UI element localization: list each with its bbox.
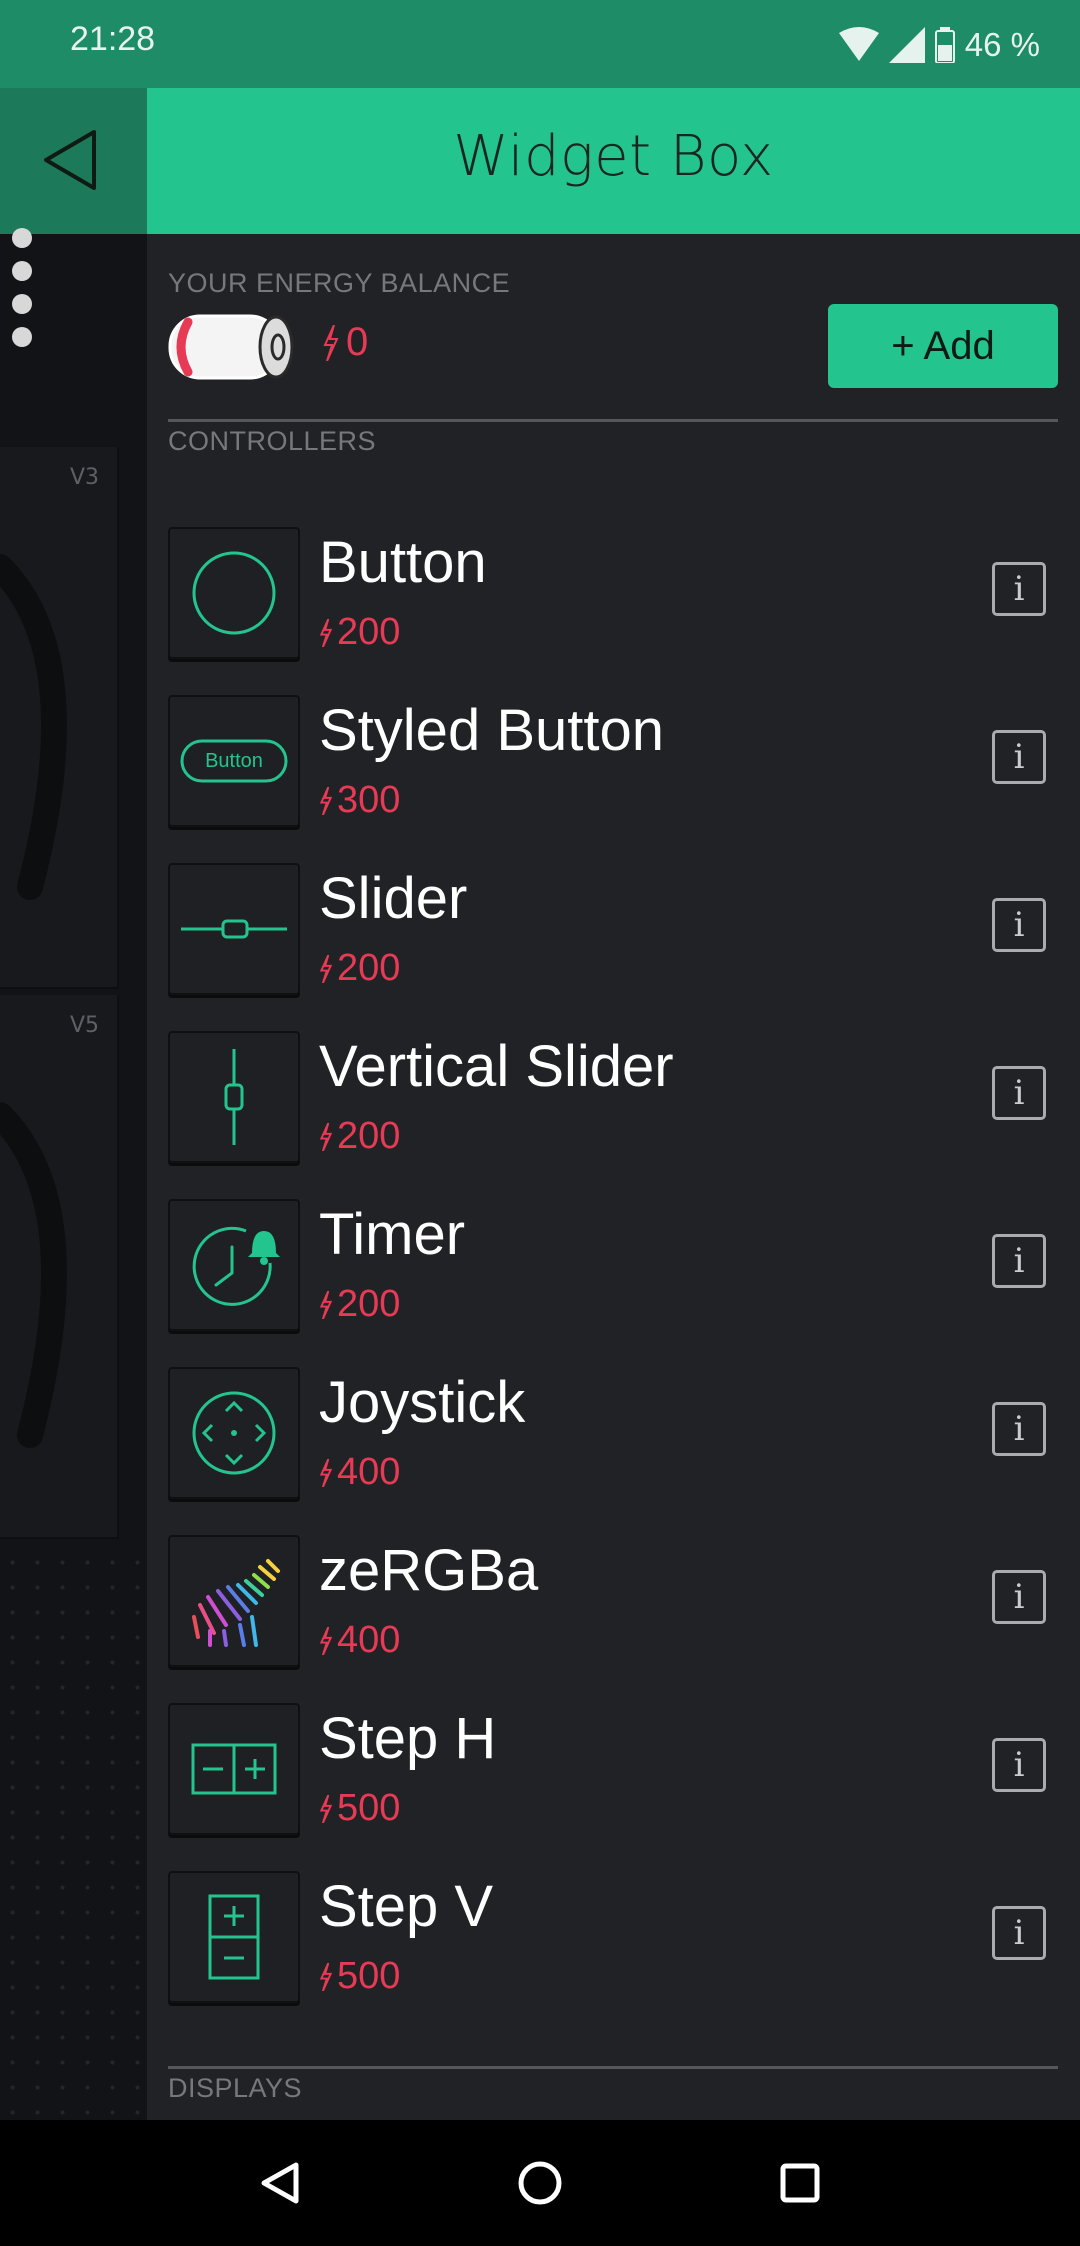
lightning-icon <box>319 954 333 983</box>
status-bar: 21:28 46 % <box>0 0 1080 88</box>
nav-home-button[interactable] <box>510 2153 570 2213</box>
status-icons: 46 % <box>838 20 1040 70</box>
widget-item-step-v[interactable]: Step V 500 i <box>168 1871 1058 2003</box>
lightning-icon <box>319 786 333 815</box>
displays-label: DISPLAYS <box>168 2073 303 2103</box>
widget-cost: 500 <box>319 1787 400 1830</box>
controllers-label: CONTROLLERS <box>168 426 377 456</box>
joystick-icon <box>168 1367 300 1499</box>
section-divider <box>168 419 1058 422</box>
section-divider <box>168 2066 1058 2069</box>
widget-item-styled-button[interactable]: Button Styled Button 300 i <box>168 695 1058 827</box>
energy-balance-label: YOUR ENERGY BALANCE <box>168 268 511 298</box>
lightning-icon <box>319 1290 333 1319</box>
timer-icon <box>168 1199 300 1331</box>
info-button[interactable]: i <box>992 562 1046 616</box>
dashboard-widget-gauge[interactable]: V3 <box>0 447 119 989</box>
add-energy-button[interactable]: + Add <box>828 304 1058 388</box>
dashboard-grid <box>0 1550 140 2120</box>
vertical-slider-icon <box>168 1031 300 1163</box>
widget-cost: 200 <box>319 947 400 990</box>
zebra-icon <box>168 1535 300 1667</box>
gauge-arc-icon <box>0 554 67 900</box>
widget-cost: 400 <box>319 1619 400 1662</box>
more-options-icon[interactable] <box>12 228 32 360</box>
info-button[interactable]: i <box>992 1402 1046 1456</box>
widget-name: Button <box>319 530 487 595</box>
step-h-icon <box>168 1703 300 1835</box>
button-circle-icon <box>168 527 300 659</box>
recents-square-icon <box>780 2163 820 2203</box>
widget-cost: 200 <box>319 611 400 654</box>
widget-box-drawer: Widget Box YOUR ENERGY BALANCE 0 + Add C… <box>147 88 1080 2120</box>
battery-icon <box>934 27 955 63</box>
lightning-icon <box>319 1626 333 1655</box>
info-button[interactable]: i <box>992 1738 1046 1792</box>
step-v-icon <box>168 1871 300 2003</box>
widget-name: zeRGBa <box>319 1538 539 1603</box>
lightning-icon <box>319 1122 333 1151</box>
lightning-icon <box>319 1962 333 1991</box>
widget-name: Styled Button <box>319 698 664 763</box>
widget-item-joystick[interactable]: Joystick 400 i <box>168 1367 1058 1499</box>
widget-cost: 200 <box>319 1283 400 1326</box>
info-button[interactable]: i <box>992 730 1046 784</box>
info-button[interactable]: i <box>992 1234 1046 1288</box>
widget-name: Timer <box>319 1202 466 1267</box>
lightning-icon <box>319 1458 333 1487</box>
info-button[interactable]: i <box>992 1066 1046 1120</box>
battery-percent: 46 % <box>964 26 1040 63</box>
energy-balance-value: 0 <box>322 320 368 365</box>
widget-item-timer[interactable]: Timer 200 i <box>168 1199 1058 1331</box>
drawer-header: Widget Box <box>147 88 1080 234</box>
widget-name: Step H <box>319 1706 497 1771</box>
widget-name: Slider <box>319 866 468 931</box>
info-button[interactable]: i <box>992 1906 1046 1960</box>
home-circle-icon <box>518 2161 562 2205</box>
back-triangle-icon <box>261 2162 299 2204</box>
status-time: 21:28 <box>70 20 156 58</box>
widget-name: Joystick <box>319 1370 526 1435</box>
nav-recents-button[interactable] <box>770 2153 830 2213</box>
widget-name: Vertical Slider <box>319 1034 674 1099</box>
widget-item-step-h[interactable]: Step H 500 i <box>168 1703 1058 1835</box>
widget-cost: 500 <box>319 1955 400 1998</box>
info-button[interactable]: i <box>992 1570 1046 1624</box>
widget-item-vertical-slider[interactable]: Vertical Slider 200 i <box>168 1031 1058 1163</box>
back-arrow-icon[interactable] <box>40 128 100 192</box>
drawer-title: Widget Box <box>453 124 774 189</box>
lightning-icon <box>323 324 339 361</box>
nav-back-button[interactable] <box>250 2153 310 2213</box>
energy-amount: 0 <box>346 320 369 364</box>
lightning-icon <box>319 618 333 647</box>
gauge-arc-icon <box>0 1102 67 1448</box>
widget-name: Step V <box>319 1874 494 1939</box>
lightning-icon <box>319 1794 333 1823</box>
widget-cost: 400 <box>319 1451 400 1494</box>
dashboard-widget-gauge[interactable]: V5 <box>0 995 119 1539</box>
info-button[interactable]: i <box>992 898 1046 952</box>
system-nav-bar <box>0 2120 1080 2246</box>
widget-cost: 200 <box>319 1115 400 1158</box>
widget-cost: 300 <box>319 779 400 822</box>
energy-battery-icon <box>168 314 294 380</box>
slider-icon <box>168 863 300 995</box>
widget-item-zergba[interactable]: zeRGBa 400 i <box>168 1535 1058 1667</box>
svg-text:Button: Button <box>205 750 263 772</box>
widget-item-button[interactable]: Button 200 i <box>168 527 1058 659</box>
styled-button-icon: Button <box>168 695 300 827</box>
wifi-icon <box>838 27 879 61</box>
widget-item-slider[interactable]: Slider 200 i <box>168 863 1058 995</box>
cell-signal-icon <box>888 27 925 63</box>
